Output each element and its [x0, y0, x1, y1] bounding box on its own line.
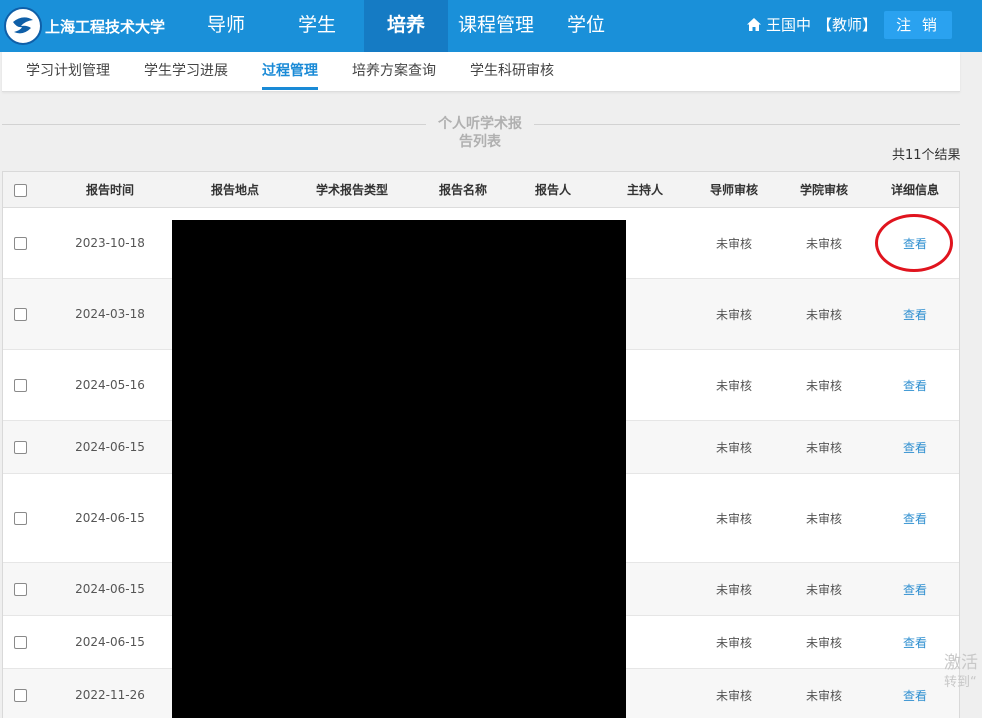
redaction-block — [172, 220, 626, 718]
header-report-type: 学术报告类型 — [315, 183, 388, 197]
row-date: 2024-06-15 — [75, 582, 145, 596]
header-report-location: 报告地点 — [210, 183, 259, 197]
title-divider-left — [2, 124, 426, 125]
row-college-review: 未审核 — [805, 378, 842, 393]
select-all-checkbox[interactable] — [13, 183, 27, 197]
watermark-line2: 转到“ — [944, 675, 977, 690]
row-date: 2022-11-26 — [75, 688, 145, 702]
row-tutor-review: 未审核 — [715, 440, 752, 455]
row-tutor-review: 未审核 — [715, 236, 752, 251]
row-checkbox[interactable] — [13, 511, 27, 525]
header-host: 主持人 — [626, 183, 663, 197]
row-college-review: 未审核 — [805, 511, 842, 526]
row-college-review: 未审核 — [805, 688, 842, 703]
row-tutor-review: 未审核 — [715, 635, 752, 650]
view-detail-link[interactable]: 查看 — [873, 350, 957, 420]
highlight-circle — [875, 214, 953, 272]
row-date: 2024-06-15 — [75, 635, 145, 649]
sub-nav: 学习计划管理 学生学习进展 过程管理 培养方案查询 学生科研审核 — [2, 52, 960, 92]
header-tutor-review: 导师审核 — [709, 183, 758, 197]
user-info: 王国中 【教师】 — [746, 14, 877, 35]
table-header: 报告时间 报告地点 学术报告类型 报告名称 报告人 主持人 导师审核 学院审核 … — [3, 172, 959, 208]
select-all-checkbox-cell — [3, 172, 37, 208]
row-checkbox[interactable] — [13, 236, 27, 250]
view-detail-link[interactable]: 查看 — [873, 474, 957, 562]
row-date: 2024-05-16 — [75, 378, 145, 392]
row-college-review: 未审核 — [805, 236, 842, 251]
row-checkbox[interactable] — [13, 307, 27, 321]
row-tutor-review: 未审核 — [715, 688, 752, 703]
row-college-review: 未审核 — [805, 582, 842, 597]
user-role: 【教师】 — [817, 16, 878, 34]
watermark-line1: 激活 — [944, 653, 978, 673]
row-tutor-review: 未审核 — [715, 582, 752, 597]
row-checkbox[interactable] — [13, 582, 27, 596]
row-checkbox[interactable] — [13, 688, 27, 702]
nav-item-degree[interactable]: 学位 — [546, 0, 626, 52]
home-icon — [747, 18, 761, 31]
user-name: 王国中 — [766, 16, 812, 34]
nav-item-student[interactable]: 学生 — [272, 0, 362, 52]
row-college-review: 未审核 — [805, 440, 842, 455]
page-title-line2: 告列表 — [459, 134, 501, 150]
brand[interactable]: 上海工程技术大学 — [4, 6, 165, 46]
row-college-review: 未审核 — [805, 635, 842, 650]
activation-watermark: 激活 转到“ — [944, 652, 978, 692]
row-tutor-review: 未审核 — [715, 378, 752, 393]
header-report-name: 报告名称 — [438, 183, 487, 197]
row-checkbox[interactable] — [13, 440, 27, 454]
view-detail-link[interactable]: 查看 — [873, 279, 957, 349]
subnav-study-plan[interactable]: 学习计划管理 — [26, 52, 110, 90]
header-college-review: 学院审核 — [799, 183, 848, 197]
row-date: 2023-10-18 — [75, 236, 145, 250]
row-date: 2024-06-15 — [75, 440, 145, 454]
row-date: 2024-06-15 — [75, 511, 145, 525]
title-divider-right — [534, 124, 960, 125]
page-title: 个人听学术报 告列表 — [428, 115, 532, 151]
nav-item-training[interactable]: 培养 — [364, 0, 448, 52]
header-report-time: 报告时间 — [85, 183, 134, 197]
header-detail: 详细信息 — [890, 183, 939, 197]
row-checkbox[interactable] — [13, 378, 27, 392]
subnav-research-review[interactable]: 学生科研审核 — [470, 52, 554, 90]
logout-button[interactable]: 注 销 — [884, 11, 952, 39]
row-checkbox[interactable] — [13, 635, 27, 649]
row-date: 2024-03-18 — [75, 307, 145, 321]
row-college-review: 未审核 — [805, 307, 842, 322]
header-reporter: 报告人 — [534, 183, 571, 197]
brand-name: 上海工程技术大学 — [45, 17, 166, 36]
view-detail-link[interactable]: 查看 — [873, 421, 957, 473]
subnav-study-progress[interactable]: 学生学习进展 — [144, 52, 228, 90]
page-title-line1: 个人听学术报 — [438, 116, 522, 132]
row-tutor-review: 未审核 — [715, 307, 752, 322]
university-logo-icon — [4, 7, 42, 45]
result-count: 共11个结果 — [892, 148, 961, 163]
nav-item-course-management[interactable]: 课程管理 — [450, 0, 542, 52]
row-tutor-review: 未审核 — [715, 511, 752, 526]
view-detail-link[interactable]: 查看 — [873, 563, 957, 615]
subnav-process-management[interactable]: 过程管理 — [262, 52, 318, 90]
nav-item-tutor[interactable]: 导师 — [180, 0, 272, 52]
subnav-training-plan-query[interactable]: 培养方案查询 — [352, 52, 436, 90]
top-nav: 上海工程技术大学 导师 学生 培养 课程管理 学位 王国中 【教师】 注 销 — [0, 0, 982, 52]
